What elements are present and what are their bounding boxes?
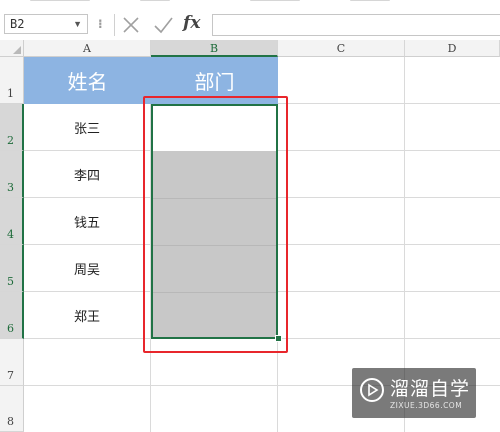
cancel-icon[interactable] [120, 14, 142, 36]
dropdown-arrow-icon[interactable]: ▼ [73, 19, 82, 29]
row-header-1[interactable]: 1 [0, 57, 24, 104]
watermark-title: 溜溜自学 [390, 378, 471, 400]
header-cell-department[interactable]: 部门 [151, 57, 278, 104]
watermark: 溜溜自学 ZIXUE.3D66.COM [352, 368, 476, 418]
separator [114, 14, 115, 36]
name-box-value: B2 [10, 17, 25, 31]
column-header-c[interactable]: C [278, 40, 405, 57]
name-cell[interactable]: 钱五 [24, 198, 150, 244]
row-header-8[interactable]: 8 [0, 386, 24, 432]
column-header-d[interactable]: D [405, 40, 500, 57]
play-logo-icon [360, 378, 384, 402]
name-cell[interactable]: 李四 [24, 151, 150, 197]
column-header-b[interactable]: B [151, 40, 278, 57]
header-cell-name[interactable]: 姓名 [24, 57, 151, 104]
selected-cell-b5[interactable] [151, 245, 277, 292]
name-box[interactable]: B2 ▼ [4, 14, 88, 34]
row-header-3[interactable]: 3 [0, 151, 24, 198]
column-header-a[interactable]: A [24, 40, 151, 57]
row-header-2[interactable]: 2 [0, 104, 24, 151]
formula-input[interactable] [212, 14, 500, 36]
function-fx-icon[interactable]: fx [183, 13, 200, 33]
row-header-7[interactable]: 7 [0, 339, 24, 386]
selected-cell-b6[interactable] [151, 292, 277, 339]
fill-handle[interactable] [275, 335, 282, 342]
active-cell-b2[interactable] [151, 104, 277, 151]
row-header-4[interactable]: 4 [0, 198, 24, 245]
name-cell[interactable]: 周吴 [24, 245, 150, 291]
name-cell[interactable]: 郑王 [24, 292, 150, 338]
name-cell[interactable]: 张三 [24, 104, 150, 150]
watermark-url: ZIXUE.3D66.COM [390, 401, 463, 410]
enter-checkmark-icon[interactable] [152, 14, 174, 36]
selected-cell-b3[interactable] [151, 151, 277, 198]
row-header-6[interactable]: 6 [0, 292, 24, 339]
more-options-icon[interactable]: ⁝ [98, 17, 103, 31]
selected-cell-b4[interactable] [151, 198, 277, 245]
row-header-5[interactable]: 5 [0, 245, 24, 292]
formula-bar: B2 ▼ ⁝ fx [0, 6, 500, 41]
select-all-corner[interactable] [0, 40, 24, 57]
